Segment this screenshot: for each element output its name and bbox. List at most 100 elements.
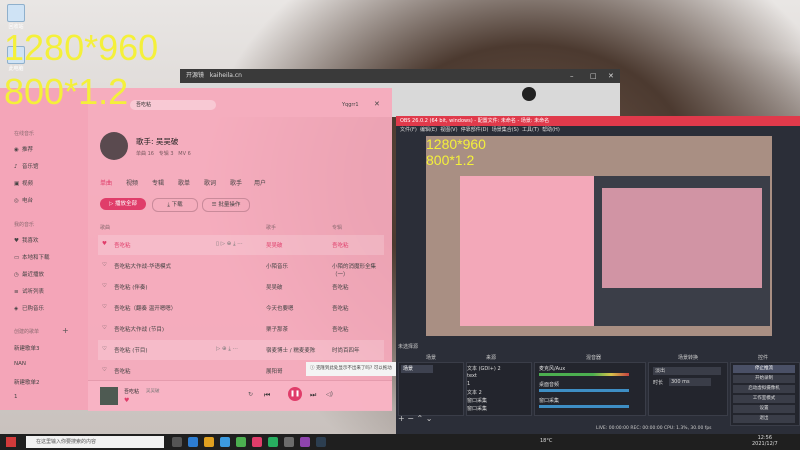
source-item[interactable]: text <box>467 373 477 379</box>
studio-mode-button[interactable]: 工作室模式 <box>733 395 795 403</box>
clock[interactable]: 12:56 2021/12/7 <box>752 435 778 447</box>
play-all-button[interactable]: ▷ 播放全部 <box>100 198 146 210</box>
now-playing-artist[interactable]: 吴吴破 <box>146 388 160 394</box>
prev-icon[interactable]: ⏮ <box>264 391 270 400</box>
song-artist[interactable]: 宿麦博士 / 糯麦麦陈 <box>266 346 315 354</box>
song-album[interactable]: 吾吃粘 <box>332 283 349 291</box>
sidebar-item-video[interactable]: ▣ 视频 <box>14 179 33 187</box>
app-icon[interactable] <box>300 437 310 447</box>
song-album[interactable]: 吾吃粘 <box>332 241 349 249</box>
heart-outline-icon[interactable]: ♡ <box>102 325 107 331</box>
song-artist[interactable]: 展阳哥 <box>266 367 283 375</box>
start-icon[interactable] <box>6 437 16 447</box>
row-actions-icons[interactable]: ▷ ⊕ ⤓ ⋯ <box>216 346 238 353</box>
tab-playlists[interactable]: 歌单 <box>178 178 190 187</box>
menu-scene-collection[interactable]: 场景集合(S) <box>492 127 519 133</box>
song-row[interactable]: ♡ 吾吃粘 (节目) ▷ ⊕ ⤓ ⋯ 宿麦博士 / 糯麦麦陈 时尚百四年 <box>98 340 384 360</box>
song-album[interactable]: 小陌的消魔形全集（一） <box>332 262 384 278</box>
user-name[interactable]: Yqgrr1 <box>342 102 359 108</box>
menu-docks[interactable]: 停靠部件(D) <box>461 127 489 133</box>
loop-icon[interactable]: ↻ <box>248 391 253 398</box>
sidebar-item-purchased[interactable]: ◈ 已购音乐 <box>14 304 44 312</box>
sidebar-item-radio[interactable]: ◎ 电台 <box>14 196 33 204</box>
obs-icon[interactable] <box>284 437 294 447</box>
weather-text[interactable]: 18°C <box>540 438 552 444</box>
song-row[interactable]: ♥ 吾吃粘 ▯ ▷ ⊕ ⤓ ⋯ 吴吴破 吾吃粘 <box>98 235 384 255</box>
heart-outline-icon[interactable]: ♡ <box>102 262 107 268</box>
download-button[interactable]: ⤓ 下载 <box>152 198 198 212</box>
sidebar-item-recent[interactable]: ◷ 最近播放 <box>14 270 44 278</box>
song-album[interactable]: 吾吃粘 <box>332 325 349 333</box>
pause-button[interactable]: ❚❚ <box>288 387 302 401</box>
volume-icon[interactable]: ◁) <box>326 391 333 398</box>
song-row[interactable]: ♡ 吾吃粘 (伴奏) 吴吴破 吾吃粘 <box>98 277 384 297</box>
close-icon[interactable]: ✕ <box>374 100 380 108</box>
sidebar-item-favorites[interactable]: ♥ 我喜欢 <box>14 236 39 244</box>
tab-videos[interactable]: 视频 <box>126 178 138 187</box>
task-view-icon[interactable] <box>172 437 182 447</box>
sidebar-item-recommend[interactable]: ◉ 推荐 <box>14 145 33 153</box>
scene-item[interactable]: 场景 <box>401 365 433 373</box>
song-artist[interactable]: 吴吴破 <box>266 241 283 249</box>
source-item[interactable]: 文本 (GDI+) 2 <box>467 365 501 372</box>
song-row[interactable]: ♡ 吾吃粘大作战 (节目) 栗子那茶 吾吃粘 <box>98 319 384 339</box>
source-item[interactable]: 窗口采集 <box>467 397 487 404</box>
song-album[interactable]: 时尚百四年 <box>332 346 360 354</box>
heart-outline-icon[interactable]: ♡ <box>102 367 107 373</box>
menu-edit[interactable]: 编辑(E) <box>420 127 437 133</box>
menu-help[interactable]: 帮助(H) <box>542 127 560 133</box>
exit-button[interactable]: 退出 <box>733 415 795 423</box>
duration-input[interactable]: 300 ms <box>669 378 711 386</box>
volume-slider[interactable] <box>539 389 629 392</box>
browser-url[interactable]: kaiheila.cn <box>210 72 242 79</box>
close-icon[interactable]: ✕ <box>608 69 614 83</box>
batch-button[interactable]: ☰ 批量操作 <box>202 198 250 212</box>
song-artist[interactable]: 今天也要嗯 <box>266 304 294 312</box>
heart-outline-icon[interactable]: ♡ <box>102 283 107 289</box>
taskbar-search-input[interactable]: 在这里输入你要搜索的内容 <box>26 436 164 448</box>
steam-icon[interactable] <box>316 437 326 447</box>
tab-lyrics[interactable]: 歌词 <box>204 178 216 187</box>
menu-view[interactable]: 视图(V) <box>440 127 457 133</box>
source-item[interactable]: 1 <box>467 381 470 387</box>
virtual-camera-button[interactable]: 启动虚拟摄像机 <box>733 385 795 393</box>
song-row[interactable]: ♡ 吾吃粘（翻奏 温开嗯嗯） 今天也要嗯 吾吃粘 <box>98 298 384 318</box>
transition-select[interactable]: 淡出 <box>653 367 721 375</box>
folder-icon[interactable] <box>204 437 214 447</box>
row-actions-icons[interactable]: ▯ ▷ ⊕ ⤓ ⋯ <box>216 241 243 248</box>
add-icon[interactable]: + <box>62 326 69 335</box>
album-cover[interactable] <box>100 387 118 405</box>
song-row[interactable]: ♡ 吾吃粘大作战-华语模式 小陌音乐 小陌的消魔形全集（一） <box>98 256 384 278</box>
like-icon[interactable]: ♥ <box>124 397 129 404</box>
settings-button[interactable]: 设置 <box>733 405 795 413</box>
chrome-icon[interactable] <box>236 437 246 447</box>
edge-icon[interactable] <box>188 437 198 447</box>
menu-tools[interactable]: 工具(T) <box>522 127 539 133</box>
playlist-item[interactable]: 新建歌单2 <box>14 378 40 386</box>
tab-artists[interactable]: 歌手 <box>230 178 242 187</box>
browser-tab[interactable]: 开源镜 <box>186 72 204 79</box>
heart-outline-icon[interactable]: ♡ <box>102 346 107 352</box>
playlist-item[interactable]: NAN <box>14 361 26 367</box>
obs-preview[interactable]: 1280*960 800*1.2 <box>426 136 772 336</box>
menu-file[interactable]: 文件(F) <box>400 127 417 133</box>
tab-users[interactable]: 用户 <box>254 178 266 187</box>
music-search-input[interactable]: 吾吃粘 <box>130 100 216 110</box>
song-artist[interactable]: 栗子那茶 <box>266 325 288 333</box>
add-remove-icons[interactable]: + − ⌃ ⌄ <box>398 414 432 423</box>
source-item[interactable]: 窗口采集 <box>467 405 487 412</box>
next-icon[interactable]: ⏭ <box>310 391 316 400</box>
maximize-icon[interactable]: □ <box>590 69 597 83</box>
song-album[interactable]: 吾吃粘 <box>332 304 349 312</box>
heart-icon[interactable]: ♥ <box>102 241 107 247</box>
app-icon[interactable] <box>220 437 230 447</box>
tab-songs[interactable]: 单曲 <box>100 178 112 187</box>
record-icon[interactable] <box>522 87 536 101</box>
source-item[interactable]: 文本 2 <box>467 389 482 396</box>
playlist-item[interactable]: 新建歌单3 <box>14 344 40 352</box>
sidebar-item-local[interactable]: ▭ 本地和下载 <box>14 253 50 261</box>
sidebar-item-music-hall[interactable]: ♪ 音乐馆 <box>14 162 39 170</box>
wechat-icon[interactable] <box>268 437 278 447</box>
stop-stream-button[interactable]: 停止推流 <box>733 365 795 373</box>
minimize-icon[interactable]: – <box>570 69 574 83</box>
